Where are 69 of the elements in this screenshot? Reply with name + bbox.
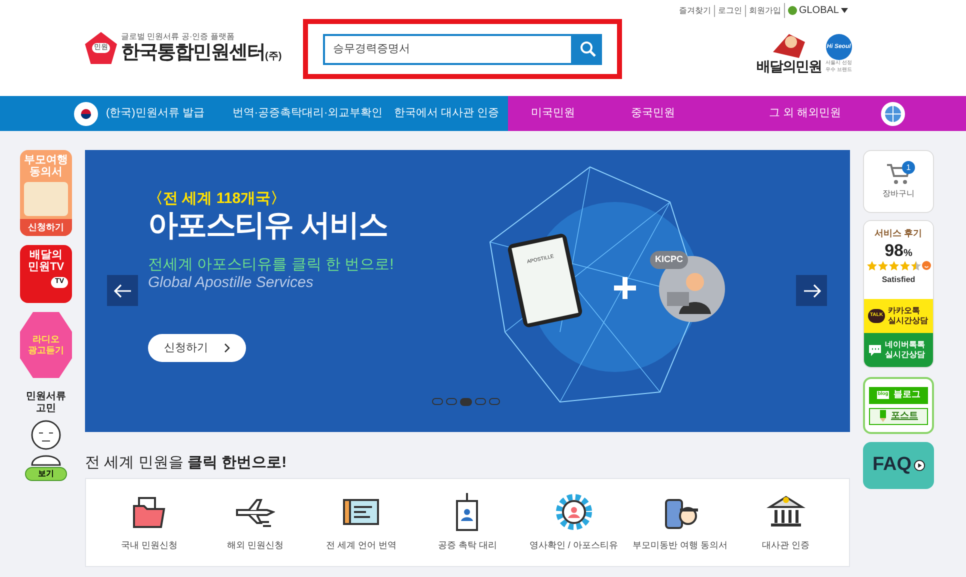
language-link[interactable]: GLOBAL (784, 3, 848, 18)
child-illustration (24, 182, 68, 216)
left-arrow-icon (114, 284, 132, 298)
previous-slide-button[interactable] (107, 275, 138, 306)
service-link[interactable]: 공증 촉탁 대리 (414, 479, 521, 566)
section-title: 전 세계 민원을 클릭 한번으로! (85, 452, 287, 472)
hero-subtitle: 전세계 아포스티유를 클릭 한 번으로! (148, 256, 394, 274)
search-field[interactable]: 승무경력증명서 (323, 34, 573, 64)
nav-item[interactable]: 중국민원 (598, 96, 708, 131)
banner-title: 민원서류 고민 (26, 391, 66, 415)
star-icon (888, 260, 898, 270)
chat-bubble-label: KICPC (650, 251, 688, 268)
banner-title: 라디오 광고듣기 (28, 334, 64, 356)
nav-item[interactable]: 그 외 해외민원 (708, 96, 966, 131)
cart-card[interactable]: 1 장바구니 (863, 150, 934, 213)
chevron-right-icon (224, 343, 230, 353)
nav-item[interactable]: 번역·공증촉탁대리·외교부확인 (230, 96, 385, 131)
search-button[interactable] (573, 34, 602, 64)
review-percent: 98 (884, 240, 904, 260)
partner-name: 배달의민원 (756, 58, 822, 74)
naver-chat-link[interactable]: 네이버톡톡 실시간상담 (864, 333, 933, 367)
nav-item[interactable]: 한국에서 대사관 인증 (385, 96, 508, 131)
faq-button[interactable]: FAQ (863, 442, 934, 489)
post-link[interactable]: 포스트 (869, 408, 928, 424)
service-link[interactable]: 영사확인 / 아포스티유 (520, 479, 627, 566)
caret-icon (841, 8, 848, 13)
nav-item[interactable]: 미국민원 (508, 96, 598, 131)
satisfaction-label: Satisfied (882, 274, 916, 286)
travel-consent-banner[interactable]: 부모여행 동의서 신청하기 (20, 150, 72, 236)
play-icon (914, 460, 925, 471)
cart-icon (886, 163, 912, 185)
plus-icon (613, 276, 637, 300)
next-slide-button[interactable] (796, 275, 827, 306)
service-link[interactable]: 대사관 인증 (732, 479, 839, 566)
review-title: 서비스 후기 (874, 227, 922, 240)
service-link[interactable]: 전 세계 언어 번역 (308, 479, 414, 566)
star-icon (866, 260, 876, 270)
cart-label: 장바구니 (882, 188, 914, 200)
smiley-icon (922, 261, 930, 270)
cart-count-badge: 1 (902, 161, 915, 174)
brand-name: 한국통합민원센터 (121, 42, 265, 64)
apply-label: 신청하기 (20, 218, 72, 236)
brand-suffix: (주) (265, 50, 282, 64)
right-arrow-icon (802, 284, 820, 298)
apply-button[interactable]: 신청하기 (148, 334, 246, 362)
star-icon (900, 260, 910, 270)
hero-title: 아포스티유 서비스 (148, 208, 388, 244)
chat-bubble-icon (868, 344, 882, 356)
globe-emblem-icon (881, 102, 906, 126)
service-link[interactable]: 국내 민원신청 (96, 479, 202, 566)
service-link[interactable]: 해외 민원신청 (202, 479, 308, 566)
view-button[interactable]: 보기 (25, 467, 67, 481)
star-icon (878, 260, 888, 270)
nav-item[interactable]: (한국)민원서류 발급 (0, 96, 230, 131)
top-link[interactable]: 회원가입 (744, 4, 781, 16)
banner-title: 배달의 민원TV (28, 249, 64, 273)
korean-flag-icon (74, 102, 98, 126)
service-link[interactable]: 부모미동반 여행 동의서 (626, 479, 733, 566)
star-icon (910, 260, 920, 270)
percent-sign: % (904, 246, 912, 260)
top-link[interactable]: 로그인 (714, 4, 742, 16)
top-link[interactable]: 즐겨찾기 (678, 4, 711, 16)
hero-subtitle-english: Global Apostille Services (148, 274, 314, 292)
banner-title: 부모여행 동의서 (24, 154, 68, 178)
brand-tagline: 글로벌 민원서류 공·인증 플랫폼 (121, 32, 236, 42)
search-icon (580, 41, 596, 57)
hero-kicker: 〈전 세계 118개국〉 (148, 190, 287, 208)
pencil-icon (879, 410, 887, 422)
gear-icon (554, 492, 594, 532)
